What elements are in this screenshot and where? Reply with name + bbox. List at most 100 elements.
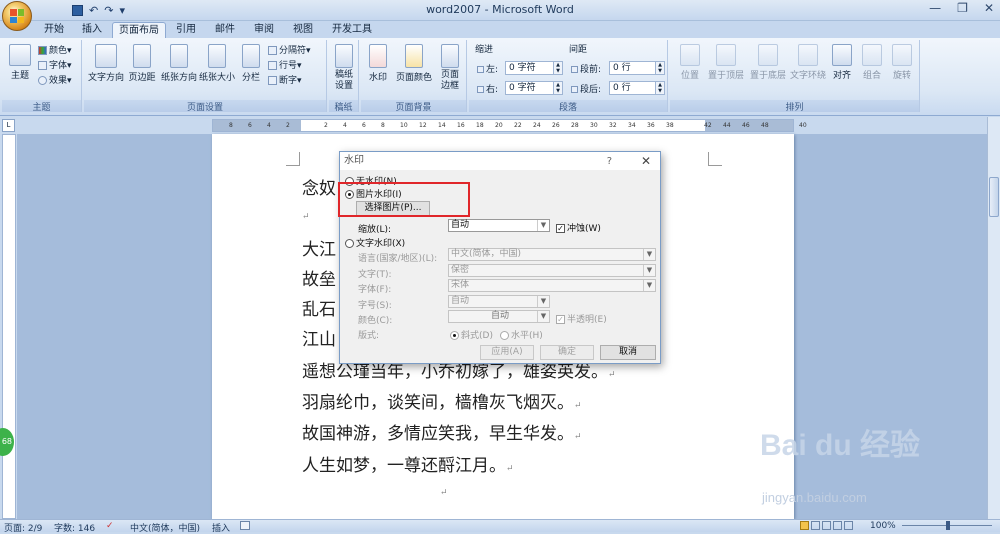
send-back-button[interactable]: 置于底层 (748, 44, 788, 81)
space-after-input[interactable]: 0 行 ▲ ▼ (609, 81, 665, 95)
no-watermark-option[interactable]: 无水印(N) (345, 174, 397, 187)
proofing-icon[interactable]: ✓ (106, 521, 116, 531)
draft-paper-button[interactable]: 稿纸设置 (331, 44, 357, 92)
ruler-tick-label: 4 (267, 122, 271, 129)
draft-icon[interactable] (844, 521, 853, 530)
margins-button[interactable]: 页边距 (126, 44, 158, 83)
line-numbers-icon (268, 61, 277, 70)
semitransparent-checkbox[interactable]: ✓ 半透明(E) (556, 312, 607, 325)
scrollbar-thumb[interactable] (989, 177, 999, 217)
full-screen-icon[interactable] (811, 521, 820, 530)
restore-button[interactable]: ❐ (957, 1, 968, 15)
ruler-tick-label: 38 (666, 122, 674, 129)
draft-paper-icon (335, 44, 353, 68)
space-before-input[interactable]: 0 行 ▲ ▼ (609, 61, 665, 75)
themes-button[interactable]: 主题 (6, 44, 34, 81)
print-layout-icon[interactable] (800, 521, 809, 530)
spin-arrows-icon[interactable]: ▲ ▼ (553, 82, 562, 94)
indent-left-value: 0 字符 (509, 63, 536, 73)
ruler-tick-label: 10 (400, 122, 408, 129)
minimize-button[interactable]: — (929, 1, 941, 15)
indent-heading: 缩进 (475, 45, 494, 55)
ruler-tick-label: 12 (419, 122, 427, 129)
dialog-close-icon[interactable]: ✕ (641, 153, 651, 170)
font-select[interactable]: 宋体 ▼ (448, 279, 656, 292)
radio-icon (345, 177, 354, 186)
page-border-button[interactable]: 页面边框 (437, 44, 463, 92)
picture-watermark-option[interactable]: 图片水印(I) (345, 187, 402, 200)
radio-icon (345, 239, 354, 248)
page-indicator[interactable]: 页面: 2/9 (4, 521, 42, 534)
tab-home[interactable]: 开始 (36, 22, 72, 38)
watermark-label: 水印 (368, 73, 387, 83)
word-count[interactable]: 字数: 146 (54, 521, 95, 534)
horizontal-ruler[interactable]: 8 6 4 2 2 4 6 8 10 12 14 16 18 20 22 24 26 28 30 32 34 36 38 42… (212, 119, 807, 132)
close-button[interactable]: ✕ (984, 1, 994, 15)
rotate-button[interactable]: 旋转 (888, 44, 916, 81)
align-button[interactable]: 对齐 (828, 44, 856, 81)
scale-select[interactable]: 自动 ▼ (448, 219, 550, 232)
language-status[interactable]: 中文(简体，中国) (130, 521, 200, 534)
hyphenation-button[interactable]: 断字▾ (268, 73, 302, 86)
cancel-button[interactable]: 取消 (600, 345, 656, 360)
spin-arrows-icon[interactable]: ▲ ▼ (655, 82, 664, 94)
size-button[interactable]: 纸张大小 (198, 44, 236, 83)
outline-icon[interactable] (833, 521, 842, 530)
tab-review[interactable]: 审阅 (246, 22, 282, 38)
ok-button[interactable]: 确定 (540, 345, 594, 360)
indent-right-input[interactable]: 0 字符 ▲ ▼ (505, 81, 563, 95)
text-watermark-option[interactable]: 文字水印(X) (345, 236, 405, 249)
horizontal-option[interactable]: 水平(H) (500, 328, 543, 341)
ruler-tick-label: 16 (457, 122, 465, 129)
tab-references[interactable]: 引用 (168, 22, 204, 38)
indent-left-input[interactable]: 0 字符 ▲ ▼ (505, 61, 563, 75)
position-button[interactable]: 位置 (676, 44, 704, 81)
watermark-button[interactable]: 水印 (365, 44, 391, 83)
vertical-ruler[interactable] (2, 134, 16, 519)
tab-page-layout[interactable]: 页面布局 (112, 22, 166, 38)
office-button[interactable] (2, 1, 32, 31)
tab-view[interactable]: 视图 (285, 22, 321, 38)
theme-fonts-button[interactable]: 字体▾ (38, 58, 72, 71)
columns-button[interactable]: 分栏 (238, 44, 264, 83)
zoom-slider-thumb[interactable] (946, 521, 950, 530)
space-after-text: 段后: (580, 85, 602, 95)
group-button[interactable]: 组合 (858, 44, 886, 81)
text-wrap-button[interactable]: 文字环绕 (788, 44, 828, 81)
theme-colors-button[interactable]: 颜色▾ (38, 43, 72, 56)
text-select[interactable]: 保密 ▼ (448, 264, 656, 277)
doc-empty-line: ↵ (302, 212, 310, 222)
paragraph-mark: ↵ (574, 401, 582, 411)
indent-left-icon (477, 66, 484, 73)
theme-effects-button[interactable]: 效果▾ (38, 73, 72, 86)
tab-insert[interactable]: 插入 (74, 22, 110, 38)
margin-corner-icon (708, 152, 722, 166)
bring-front-button[interactable]: 置于顶层 (706, 44, 746, 81)
size-select[interactable]: 自动 ▼ (448, 295, 550, 308)
tab-mailings[interactable]: 邮件 (207, 22, 243, 38)
spin-arrows-icon[interactable]: ▲ ▼ (655, 62, 664, 74)
diagonal-option[interactable]: 斜式(D) (450, 328, 493, 341)
select-picture-button[interactable]: 选择图片(P)... (356, 201, 430, 216)
line-numbers-button[interactable]: 行号▾ (268, 58, 302, 71)
zoom-slider[interactable] (902, 521, 992, 530)
breaks-button[interactable]: 分隔符▾ (268, 43, 311, 56)
apply-button[interactable]: 应用(A) (480, 345, 534, 360)
ribbon: 主题 颜色▾ 字体▾ 效果▾ 主题 文字方向 页边距 纸张方向 纸张大小 分栏 … (0, 38, 1000, 116)
web-layout-icon[interactable] (822, 521, 831, 530)
vertical-scrollbar[interactable] (987, 117, 1000, 519)
macro-record-icon[interactable] (240, 521, 250, 530)
tab-selector-icon[interactable]: L (2, 119, 15, 132)
zoom-level[interactable]: 100% (870, 521, 896, 531)
tab-developer[interactable]: 开发工具 (325, 22, 379, 38)
spin-arrows-icon[interactable]: ▲ ▼ (553, 62, 562, 74)
doc-line: 大江 (302, 240, 336, 260)
orientation-button[interactable]: 纸张方向 (160, 44, 198, 83)
insert-mode[interactable]: 插入 (212, 521, 230, 534)
washout-checkbox[interactable]: ✓ 冲蚀(W) (556, 221, 601, 234)
language-select[interactable]: 中文(简体，中国) ▼ (448, 248, 656, 261)
color-select[interactable]: 自动 ▼ (448, 310, 550, 323)
text-direction-button[interactable]: 文字方向 (88, 44, 124, 83)
help-icon[interactable]: ? (607, 153, 612, 170)
page-color-button[interactable]: 页面颜色 (395, 44, 433, 83)
